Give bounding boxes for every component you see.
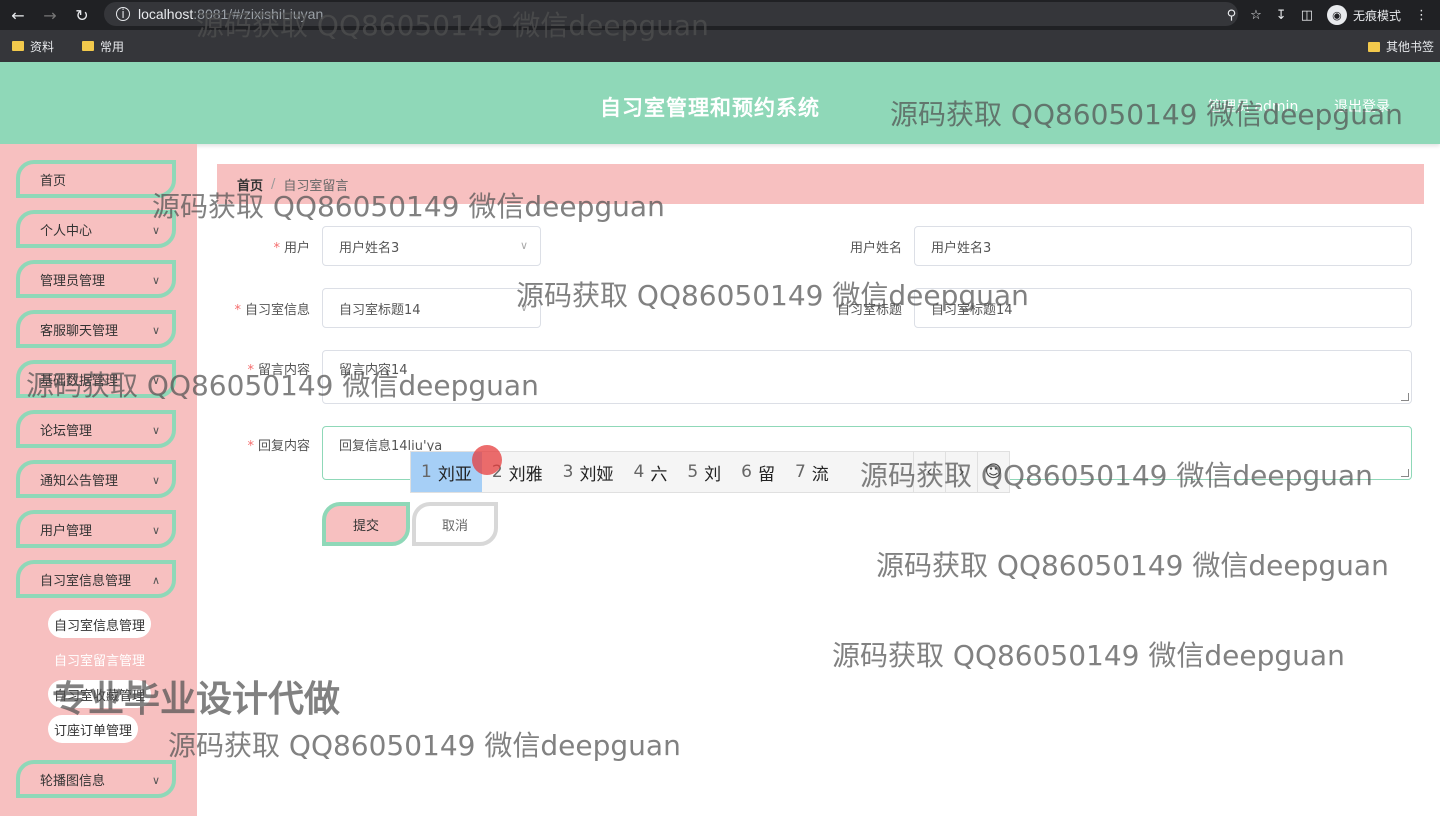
ime-candidate[interactable]: 5刘: [677, 452, 731, 492]
sidebar-item-label: 用户管理: [40, 523, 93, 539]
reload-icon[interactable]: ↻: [68, 1, 96, 29]
folder-icon: [82, 41, 95, 51]
sidebar-item-admins[interactable]: 管理员管理 ∨: [16, 260, 176, 298]
room-select[interactable]: 自习室标题14 ∨: [322, 288, 541, 328]
username-field[interactable]: 用户姓名3: [914, 226, 1412, 266]
sidebar-item-users[interactable]: 用户管理 ∨: [16, 510, 176, 548]
folder-icon: [1367, 41, 1380, 52]
user-select-value: 用户姓名3: [339, 240, 400, 256]
watermark: 源码获取 QQ86050149 微信deepguan: [196, 9, 709, 42]
bookmark-folder[interactable]: 资料: [12, 38, 54, 55]
chevron-down-icon: ∨: [151, 524, 160, 537]
mouse-cursor-highlight: [472, 445, 502, 475]
ime-candidate[interactable]: 4六: [623, 452, 677, 492]
bookmark-label: 常用: [100, 39, 125, 54]
app-title: 自习室管理和预约系统: [600, 96, 820, 120]
chevron-down-icon: ∨: [151, 224, 160, 237]
room-label: * 自习室信息: [234, 303, 310, 318]
ime-candidate[interactable]: 7流: [785, 452, 839, 492]
submit-button[interactable]: 提交: [322, 502, 410, 546]
ime-candidate[interactable]: 3 刘娅: [553, 452, 624, 492]
sidebar-item-label: 客服聊天管理: [40, 323, 119, 339]
other-bookmarks[interactable]: 其他书签: [1367, 38, 1434, 55]
submenu-room-messages[interactable]: 自习室留言管理: [48, 645, 152, 673]
watermark: 源码获取 QQ86050149 微信deepguan: [26, 369, 539, 402]
sidebar-item-label: 管理员管理: [40, 273, 106, 289]
submenu-label: 自习室信息管理: [54, 618, 146, 634]
chevron-down-icon: ∨: [151, 474, 160, 487]
watermark-big: 专业毕业设计代做: [52, 679, 341, 720]
folder-icon: [12, 41, 24, 51]
sidebar-item-notices[interactable]: 通知公告管理 ∨: [16, 460, 176, 498]
watermark: 源码获取 QQ86050149 微信deepguan: [876, 549, 1389, 582]
sidebar-item-label: 轮播图信息: [40, 773, 106, 789]
sidebar-item-rooms[interactable]: 自习室信息管理 ∧: [16, 560, 176, 598]
info-icon[interactable]: i: [116, 7, 130, 21]
reply-label: * 回复内容: [247, 439, 310, 454]
submenu-label: 订座订单管理: [54, 723, 133, 739]
watermark: 源码获取 QQ86050149 微信deepguan: [168, 729, 681, 762]
chevron-down-icon: ∨: [519, 239, 528, 252]
incognito-badge[interactable]: ◉ 无痕模式: [1326, 5, 1401, 25]
sidebar-item-carousel[interactable]: 轮播图信息 ∨: [16, 760, 176, 798]
sidebar-item-label: 自习室信息管理: [40, 573, 132, 589]
user-label: * 用户: [273, 241, 310, 256]
sidebar-item-forum[interactable]: 论坛管理 ∨: [16, 410, 176, 448]
sidebar-item-label: 论坛管理: [40, 423, 93, 439]
user-select[interactable]: 用户姓名3 ∨: [322, 226, 541, 266]
chevron-down-icon: ∨: [151, 424, 160, 437]
resize-handle-icon[interactable]: [1401, 393, 1409, 401]
forward-icon[interactable]: →: [36, 1, 64, 29]
submenu-room-info[interactable]: 自习室信息管理: [48, 610, 152, 638]
bookmark-folder[interactable]: 常用: [82, 38, 124, 55]
bookmark-label: 资料: [30, 39, 55, 54]
watermark: 源码获取 QQ86050149 微信deepguan: [516, 279, 1029, 312]
username-label: 用户姓名: [849, 241, 902, 256]
watermark: 源码获取 QQ86050149 微信deepguan: [152, 190, 665, 223]
resize-handle-icon[interactable]: [1401, 469, 1409, 477]
ime-candidate[interactable]: 6留: [731, 452, 785, 492]
watermark: 源码获取 QQ86050149 微信deepguan: [890, 98, 1403, 131]
other-bookmarks-label: 其他书签: [1385, 40, 1434, 54]
incognito-icon: ◉: [1326, 5, 1347, 25]
download-icon[interactable]: ↧: [1276, 8, 1287, 23]
chevron-down-icon: ∨: [151, 774, 160, 787]
username-value: 用户姓名3: [931, 240, 992, 256]
submenu-label: 自习室留言管理: [54, 653, 146, 669]
sidepanel-icon[interactable]: ◫: [1301, 8, 1313, 23]
incognito-label: 无痕模式: [1352, 8, 1401, 23]
sidebar-item-label: 通知公告管理: [40, 473, 119, 489]
watermark: 源码获取 QQ86050149 微信deepguan: [832, 639, 1345, 672]
sidebar-item-label: 个人中心: [40, 223, 93, 239]
back-icon[interactable]: ←: [4, 1, 32, 29]
watermark: 源码获取 QQ86050149 微信deepguan: [860, 459, 1373, 492]
cancel-button[interactable]: 取消: [412, 502, 498, 546]
key-icon[interactable]: ⚲: [1227, 8, 1237, 23]
chevron-down-icon: ∨: [151, 274, 160, 287]
star-icon[interactable]: ☆: [1250, 8, 1262, 23]
sidebar-item-label: 首页: [40, 173, 67, 189]
menu-dots-icon[interactable]: ⋮: [1415, 8, 1428, 23]
url-host: localhost: [138, 6, 194, 22]
sidebar-item-chat[interactable]: 客服聊天管理 ∨: [16, 310, 176, 348]
room-select-value: 自习室标题14: [339, 302, 421, 318]
chevron-up-icon: ∧: [151, 574, 160, 587]
chevron-down-icon: ∨: [151, 324, 160, 337]
